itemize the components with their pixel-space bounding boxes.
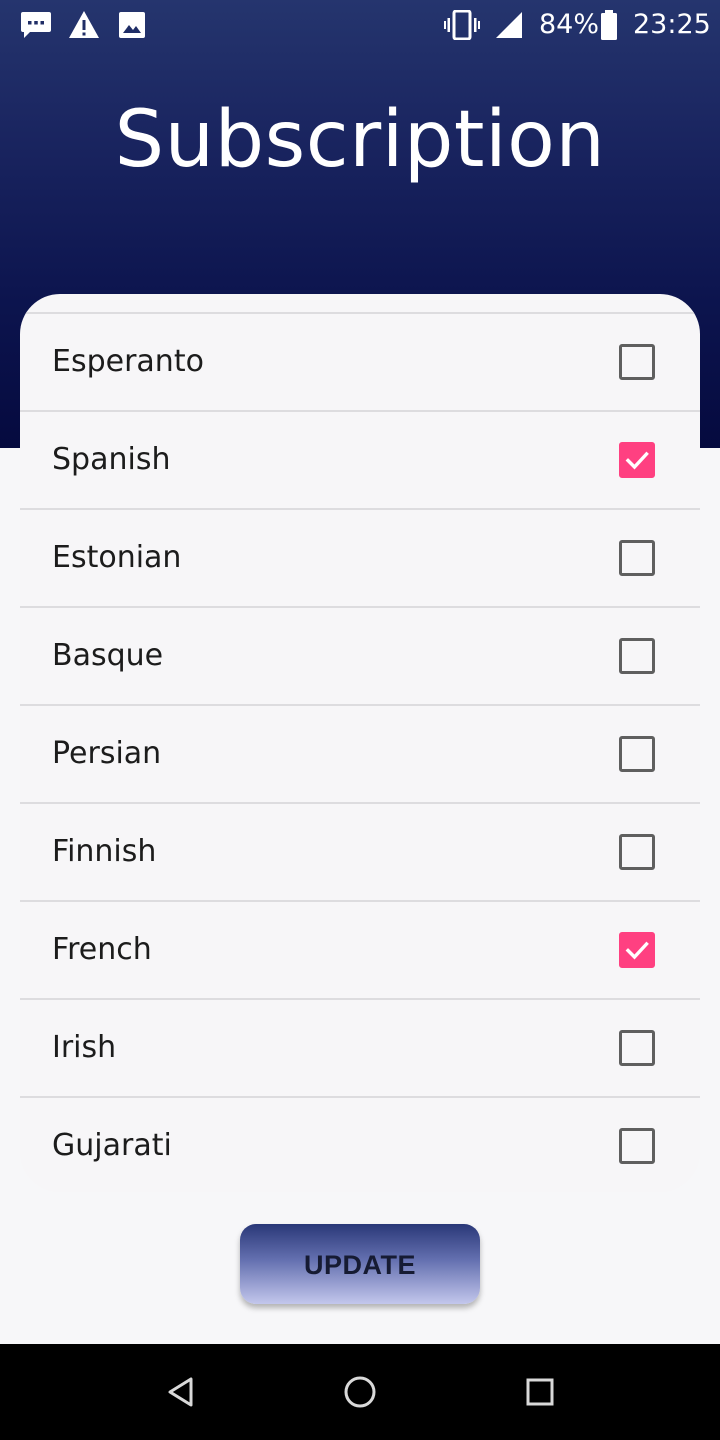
- recents-icon[interactable]: [518, 1370, 562, 1414]
- vibrate-icon: [444, 10, 480, 40]
- language-label: Basque: [52, 638, 164, 673]
- battery-icon: [601, 10, 617, 40]
- image-icon: [119, 12, 145, 38]
- checkbox-unchecked[interactable]: [619, 344, 655, 380]
- signal-icon: [496, 12, 522, 38]
- language-row[interactable]: Spanish: [20, 412, 700, 510]
- clock: 23:25: [633, 9, 711, 40]
- status-bar: 84% 23:25: [0, 0, 720, 52]
- checkbox-unchecked[interactable]: [619, 834, 655, 870]
- message-notification-icon: [21, 12, 51, 38]
- warning-icon: [69, 11, 99, 38]
- update-button-label: UPDATE: [303, 1250, 416, 1280]
- language-label: French: [52, 932, 152, 967]
- checkbox-checked[interactable]: [619, 442, 655, 478]
- language-card: Esperanto Spanish Estonian Basque Persian Fin…: [20, 294, 700, 1192]
- checkbox-unchecked[interactable]: [619, 1128, 655, 1164]
- language-label: Persian: [52, 736, 162, 771]
- checkbox-unchecked[interactable]: [619, 540, 655, 576]
- language-label: Irish: [52, 1030, 117, 1065]
- checkbox-checked[interactable]: [619, 932, 655, 968]
- language-row[interactable]: Gujarati: [20, 1098, 700, 1192]
- page-title: Subscription: [114, 95, 606, 185]
- language-label: Spanish: [52, 442, 171, 477]
- language-list: Esperanto Spanish Estonian Basque Persian Fin…: [20, 314, 700, 1192]
- language-label: Finnish: [52, 834, 157, 869]
- checkbox-unchecked[interactable]: [619, 638, 655, 674]
- language-row[interactable]: Esperanto: [20, 314, 700, 412]
- checkbox-unchecked[interactable]: [619, 1030, 655, 1066]
- language-label: Esperanto: [52, 344, 204, 379]
- language-row[interactable]: Finnish: [20, 804, 700, 902]
- language-label: Gujarati: [52, 1128, 172, 1163]
- battery-percent: 84%: [539, 9, 600, 40]
- language-row[interactable]: Persian: [20, 706, 700, 804]
- navigation-bar: [0, 1344, 720, 1440]
- language-row[interactable]: Irish: [20, 1000, 700, 1098]
- update-button[interactable]: UPDATE: [240, 1224, 480, 1304]
- back-icon[interactable]: [158, 1370, 202, 1414]
- language-row[interactable]: French: [20, 902, 700, 1000]
- language-row[interactable]: Estonian: [20, 510, 700, 608]
- language-label: Estonian: [52, 540, 182, 575]
- checkmark-icon: [625, 941, 649, 960]
- checkbox-unchecked[interactable]: [619, 736, 655, 772]
- checkmark-icon: [625, 451, 649, 470]
- language-row[interactable]: Basque: [20, 608, 700, 706]
- home-icon[interactable]: [338, 1370, 382, 1414]
